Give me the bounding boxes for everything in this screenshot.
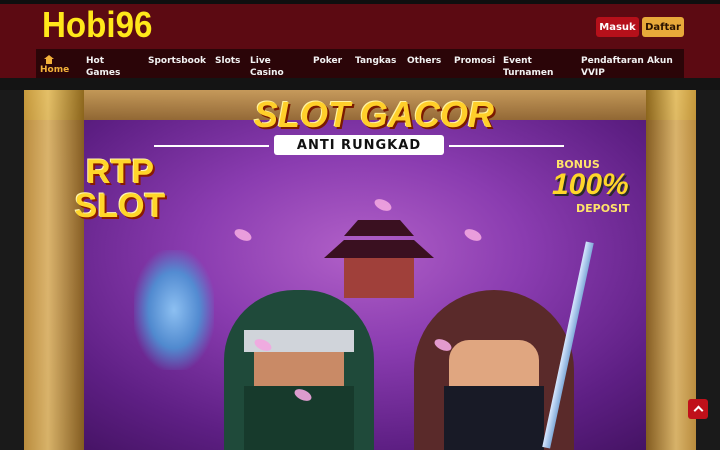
nav-item-sportsbook[interactable]: Sportsbook [148,55,206,67]
chevron-up-icon [693,405,703,416]
main-nav: Home Hot Games Sportsbook Slots Live Cas… [36,49,684,81]
promo-banner[interactable]: SLOT GACOR ANTI RUNGKAD RTP SLOT BONUS 1… [24,90,696,450]
bonus-deposit-label: DEPOSIT [576,202,630,215]
bonus-percent: 100% [552,168,629,201]
subtitle-line-right [449,145,564,147]
nav-item-event-turnamen[interactable]: Event Turnamen [503,55,558,79]
nav-item-home-label: Home [40,65,70,75]
header-divider [0,78,720,90]
nav-item-others[interactable]: Others [407,55,441,67]
nav-item-poker[interactable]: Poker [313,55,342,67]
rtp-label: RTP SLOT [70,155,170,223]
petal-graphic [372,196,394,214]
nav-item-hot-games[interactable]: Hot Games [86,55,136,79]
scroll-to-top-button[interactable] [688,399,708,419]
ninja-female-graphic [404,290,584,450]
bonus-badge: BONUS 100% DEPOSIT [550,158,646,230]
site-header: Hobi96 Masuk Daftar Home Hot Games Sport… [0,4,720,81]
blue-flame-graphic [134,250,214,370]
ninja-male-graphic [204,290,394,450]
nav-item-vvip-registration[interactable]: Pendaftaran Akun VVIP [581,55,681,79]
petal-graphic [232,226,254,244]
nav-item-tangkas[interactable]: Tangkas [355,55,396,67]
rtp-line-1: RTP [86,153,154,191]
register-button[interactable]: Daftar [642,17,684,37]
home-icon [44,55,54,64]
banner-frame-left [24,90,84,450]
banner-subtitle: ANTI RUNGKAD [274,135,444,155]
nav-item-live-casino[interactable]: Live Casino [250,55,300,79]
nav-item-promosi[interactable]: Promosi [454,55,495,67]
nav-item-slots[interactable]: Slots [215,55,240,67]
petal-graphic [462,226,484,244]
subtitle-line-left [154,145,269,147]
site-logo[interactable]: Hobi96 [42,4,152,46]
rtp-line-2: SLOT [74,187,166,225]
login-button[interactable]: Masuk [596,17,639,37]
banner-frame-right [646,90,696,450]
banner-title: SLOT GACOR [254,94,494,135]
nav-item-home[interactable]: Home [40,49,80,76]
